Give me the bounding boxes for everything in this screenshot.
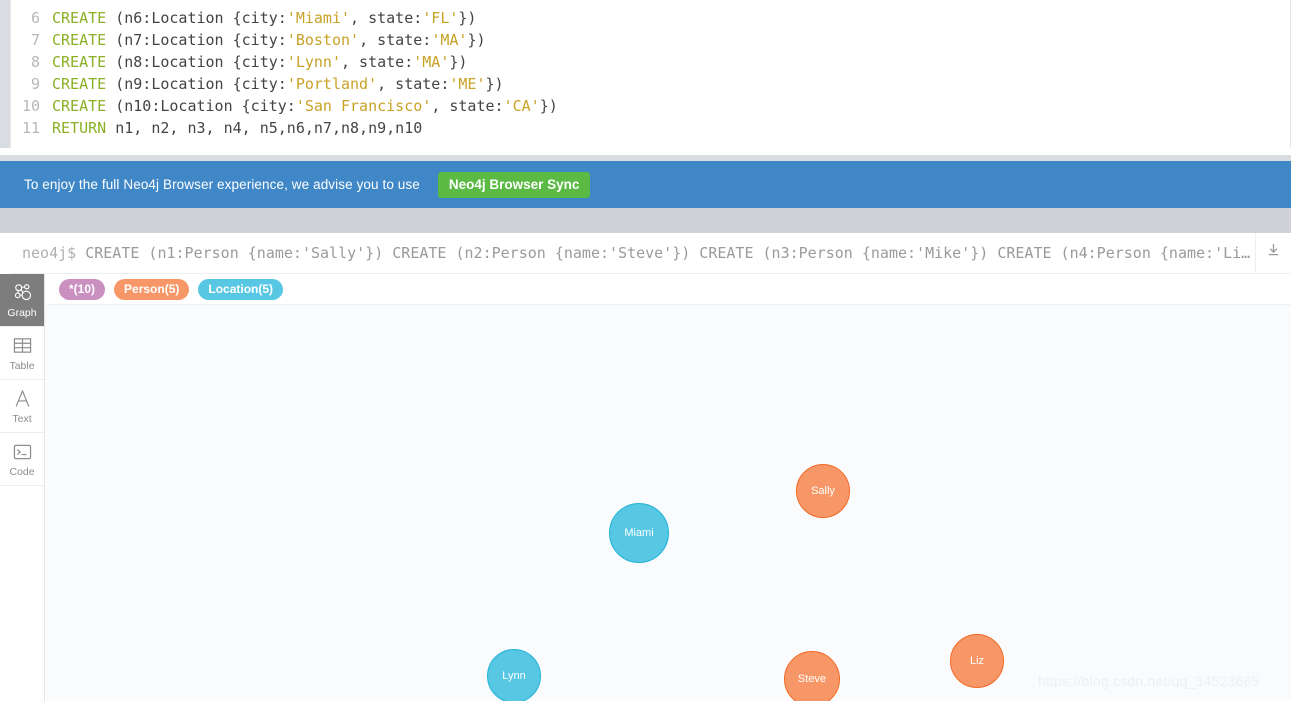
code-token: 'Miami' bbox=[286, 9, 351, 27]
graph-node-lynn[interactable]: Lynn bbox=[487, 649, 541, 701]
graph-node-liz[interactable]: Liz bbox=[950, 634, 1004, 688]
line-number: 9 bbox=[30, 75, 40, 93]
graph-node-steve[interactable]: Steve bbox=[784, 651, 840, 701]
code-token: }) bbox=[485, 75, 504, 93]
code-icon bbox=[12, 441, 33, 463]
legend-pill[interactable]: *(10) bbox=[59, 278, 106, 300]
code-line: 10 CREATE (n10:Location {city:'San Franci… bbox=[0, 95, 1280, 117]
code-token: (n10:Location {city: bbox=[106, 97, 296, 115]
sync-banner-message: To enjoy the full Neo4j Browser experien… bbox=[24, 177, 420, 192]
code-token: , state: bbox=[350, 9, 423, 27]
code-token: 'Lynn' bbox=[286, 53, 341, 71]
code-token: }) bbox=[458, 9, 477, 27]
code-token: }) bbox=[449, 53, 468, 71]
code-token: , state: bbox=[377, 75, 450, 93]
line-number: 7 bbox=[30, 31, 40, 49]
line-number: 6 bbox=[30, 9, 40, 27]
browser-sync-banner: To enjoy the full Neo4j Browser experien… bbox=[0, 161, 1291, 208]
code-token: , state: bbox=[359, 31, 432, 49]
result-frame: neo4j$ CREATE (n1:Person {name:'Sally'})… bbox=[0, 233, 1291, 701]
code-token: }) bbox=[539, 97, 558, 115]
line-number: 10 bbox=[21, 97, 40, 115]
graph-node-label: Lynn bbox=[502, 670, 526, 682]
query-prompt: neo4j$ bbox=[22, 243, 77, 262]
code-token: n1, n2, n3, n4, n5,n6,n7,n8,n9,n10 bbox=[106, 119, 423, 137]
code-token: 'CA' bbox=[503, 97, 540, 115]
executed-query-text[interactable]: neo4j$ CREATE (n1:Person {name:'Sally'})… bbox=[11, 233, 1255, 273]
code-token: CREATE bbox=[52, 9, 107, 27]
code-token: CREATE bbox=[52, 97, 107, 115]
code-token: }) bbox=[467, 31, 486, 49]
legend-pill[interactable]: Location(5) bbox=[198, 278, 284, 300]
code-line: 7 CREATE (n7:Location {city:'Boston', sta… bbox=[0, 29, 1280, 51]
code-token: (n9:Location {city: bbox=[106, 75, 287, 93]
code-token: , state: bbox=[431, 97, 504, 115]
text-icon bbox=[12, 388, 33, 410]
query-string: CREATE (n1:Person {name:'Sally'}) CREATE… bbox=[76, 243, 1255, 262]
view-tab-label: Graph bbox=[7, 306, 37, 319]
result-view-sidebar: Graph Table Text Code bbox=[0, 274, 45, 701]
graph-node-label: Liz bbox=[969, 655, 985, 667]
code-token: 'MA' bbox=[413, 53, 450, 71]
graph-node-label: Sally bbox=[811, 485, 835, 497]
legend-pill[interactable]: Person(5) bbox=[114, 278, 190, 300]
code-token: 'FL' bbox=[422, 9, 459, 27]
code-token: 'San Francisco' bbox=[295, 97, 432, 115]
table-icon bbox=[12, 335, 33, 357]
editor-bottom-strip bbox=[0, 148, 1291, 155]
graph-node-label: Steve bbox=[797, 673, 827, 685]
graph-node-miami[interactable]: Miami bbox=[609, 503, 669, 563]
view-tab-label: Table bbox=[9, 359, 35, 372]
graph-visualization-canvas[interactable]: SallySteveLizMikeMiamiLynnBostonSan Fran… bbox=[46, 305, 1291, 701]
code-token: 'Boston' bbox=[286, 31, 360, 49]
graph-icon bbox=[12, 282, 33, 304]
view-tab-label: Text bbox=[12, 412, 32, 425]
code-token: 'MA' bbox=[431, 31, 468, 49]
code-token: CREATE bbox=[52, 53, 107, 71]
code-token: 'Portland' bbox=[286, 75, 378, 93]
code-line: 6 CREATE (n6:Location {city:'Miami', stat… bbox=[0, 7, 1280, 29]
neo4j-browser-window: 6 CREATE (n6:Location {city:'Miami', stat… bbox=[0, 0, 1291, 701]
graph-node-sally[interactable]: Sally bbox=[796, 464, 850, 518]
view-tab-code[interactable]: Code bbox=[0, 433, 44, 486]
code-token: 'ME' bbox=[449, 75, 486, 93]
neo4j-browser-sync-button[interactable]: Neo4j Browser Sync bbox=[437, 171, 591, 198]
view-tab-graph[interactable]: Graph bbox=[0, 274, 44, 327]
download-icon bbox=[1266, 243, 1281, 263]
code-token: RETURN bbox=[52, 119, 107, 137]
line-number: 11 bbox=[21, 119, 40, 137]
code-token: (n6:Location {city: bbox=[106, 9, 287, 27]
graph-legend: *(10) Person(5) Location(5) bbox=[46, 274, 1291, 305]
code-token: , state: bbox=[341, 53, 414, 71]
view-tab-label: Code bbox=[9, 465, 35, 478]
line-number: 8 bbox=[30, 53, 40, 71]
query-editor-card: 6 CREATE (n6:Location {city:'Miami', stat… bbox=[0, 0, 1291, 155]
code-token: (n7:Location {city: bbox=[106, 31, 287, 49]
code-token: (n8:Location {city: bbox=[106, 53, 287, 71]
view-tab-text[interactable]: Text bbox=[0, 380, 44, 433]
cypher-code-block[interactable]: 6 CREATE (n6:Location {city:'Miami', stat… bbox=[0, 7, 1280, 139]
code-line: 11 RETURN n1, n2, n3, n4, n5,n6,n7,n8,n9,… bbox=[0, 117, 1280, 139]
executed-query-bar: neo4j$ CREATE (n1:Person {name:'Sally'})… bbox=[11, 233, 1291, 274]
code-token: CREATE bbox=[52, 75, 107, 93]
banner-result-gap bbox=[0, 208, 1291, 233]
code-line: 8 CREATE (n8:Location {city:'Lynn', state… bbox=[0, 51, 1280, 73]
code-line: 9 CREATE (n9:Location {city:'Portland', s… bbox=[0, 73, 1280, 95]
view-tab-table[interactable]: Table bbox=[0, 327, 44, 380]
graph-node-label: Miami bbox=[624, 527, 654, 539]
code-token: CREATE bbox=[52, 31, 107, 49]
export-button[interactable] bbox=[1256, 233, 1291, 273]
